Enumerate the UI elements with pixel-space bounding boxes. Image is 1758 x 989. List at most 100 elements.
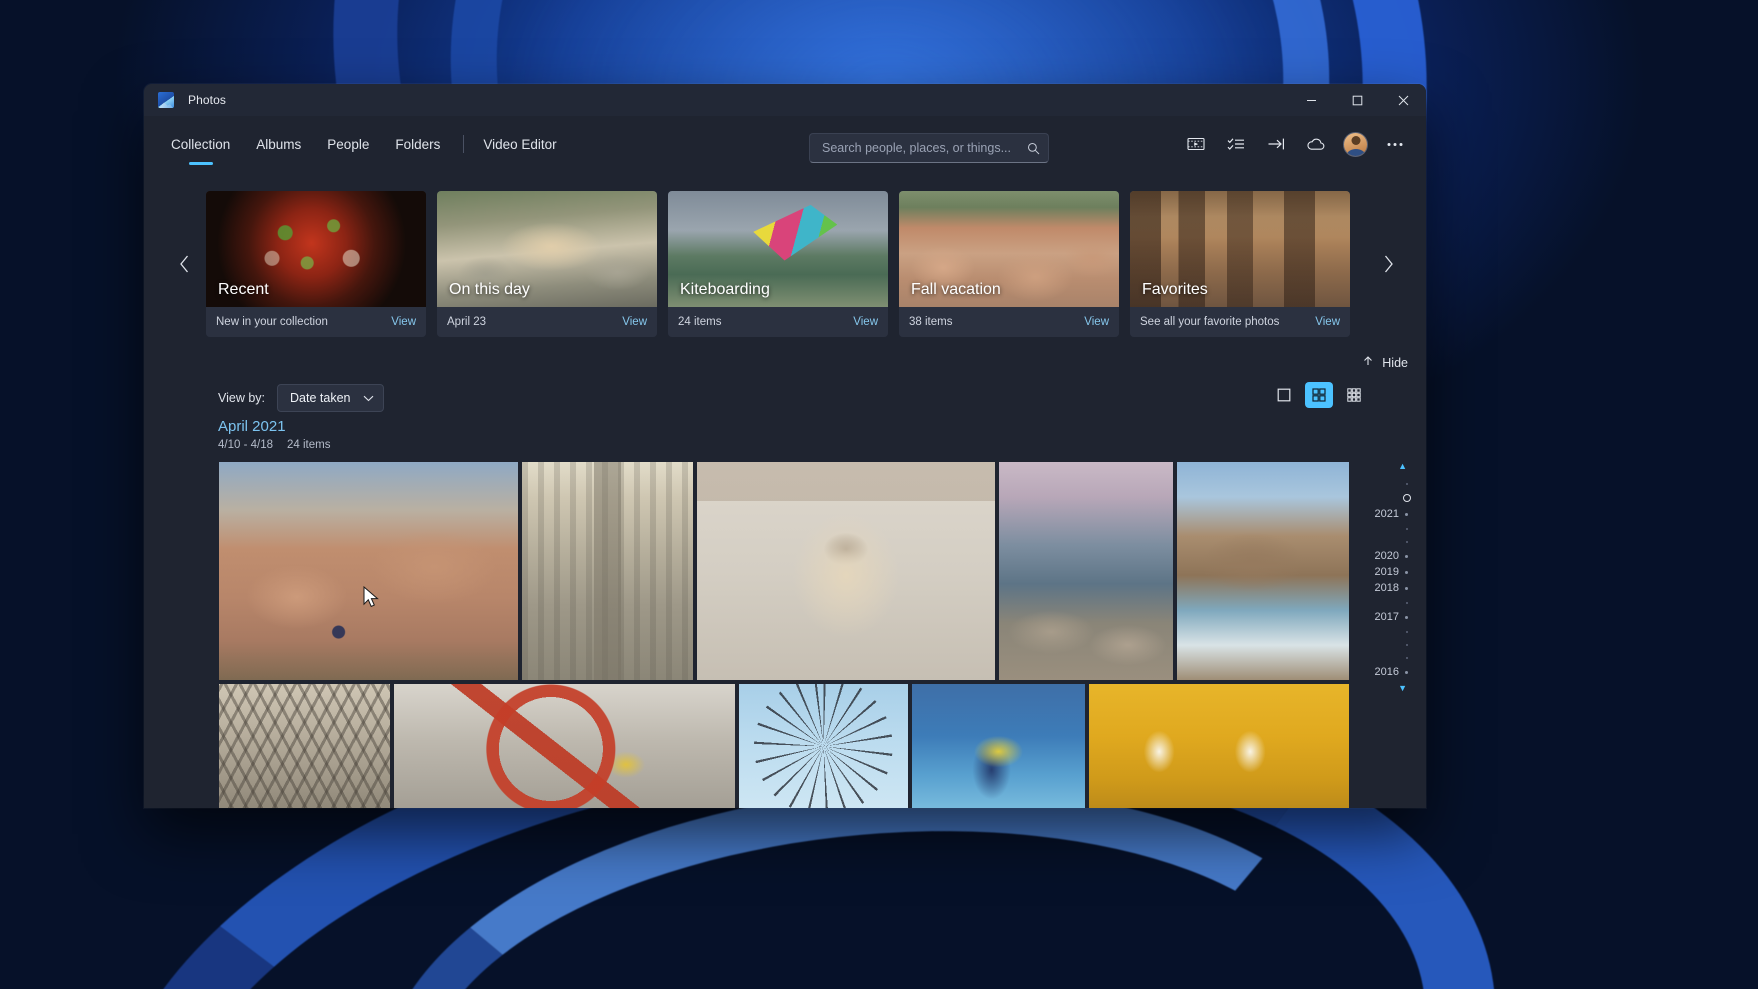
timeline-year-label: 2016 — [1374, 666, 1399, 678]
maximize-icon[interactable] — [1334, 84, 1380, 116]
photo-ocean-cliff[interactable] — [1176, 462, 1349, 680]
card-caption-kiteboarding: 24 items — [678, 316, 722, 328]
avatar[interactable] — [1343, 131, 1368, 157]
timeline-dot — [1406, 656, 1408, 659]
tab-collection-label: Collection — [171, 136, 231, 152]
timeline-year-label: 2019 — [1374, 566, 1399, 578]
minimize-icon[interactable] — [1288, 84, 1334, 116]
tab-people-label: People — [327, 136, 370, 152]
timeline-current-dot — [1403, 494, 1411, 502]
card-image-on-this-day: On this day — [437, 191, 657, 307]
timeline-dot — [1406, 540, 1408, 543]
card-image-recent: Recent — [206, 191, 426, 307]
card-title-kiteboarding: Kiteboarding — [680, 281, 770, 298]
timeline-dot — [1406, 482, 1408, 485]
import-icon[interactable] — [1257, 127, 1295, 161]
photo-swimmer-aerial[interactable] — [911, 684, 1086, 808]
mouse-cursor — [363, 586, 379, 608]
more-options-icon[interactable] — [1376, 127, 1414, 161]
photo-joshua-tree-hiker[interactable] — [219, 462, 518, 680]
timeline-year-label: 2018 — [1374, 582, 1399, 594]
carousel-card-fall-vacation[interactable]: Fall vacation 38 items View — [899, 191, 1119, 337]
search-input[interactable]: Search people, places, or things... — [822, 141, 1027, 155]
timeline-year-2018[interactable]: 2018 — [1370, 580, 1412, 596]
chevron-right-icon[interactable] — [1370, 184, 1406, 344]
tab-video-editor[interactable]: Video Editor — [470, 116, 569, 172]
highlights-carousel: Recent New in your collection View On th… — [144, 184, 1426, 344]
carousel-card-on-this-day[interactable]: On this day April 23 View — [437, 191, 657, 337]
carousel-card-recent[interactable]: Recent New in your collection View — [206, 191, 426, 337]
search-icon[interactable] — [1027, 142, 1040, 155]
photo-coastal-rocks[interactable] — [999, 462, 1173, 680]
timeline-current-marker[interactable] — [1370, 490, 1412, 506]
timeline-tick[interactable] — [1370, 522, 1412, 535]
timeline-year-2017[interactable]: 2017 — [1370, 609, 1412, 625]
timeline-dot — [1406, 601, 1408, 604]
timeline-dot — [1406, 643, 1408, 646]
desktop-wallpaper: Photos Collection Albums People Folders … — [0, 0, 1758, 989]
medium-grid-view-button[interactable] — [1305, 382, 1333, 408]
photo-grid — [219, 462, 1349, 808]
timeline-tick[interactable] — [1370, 596, 1412, 609]
timeline-scrubber[interactable]: ▲ 2021 2020 2019 2018 2017 2016 ▼ — [1370, 462, 1412, 808]
chevron-left-icon[interactable] — [166, 184, 202, 344]
timeline-year-label: 2017 — [1374, 611, 1399, 623]
timeline-dot — [1405, 554, 1408, 558]
card-view-link-on-this-day[interactable]: View — [622, 316, 647, 328]
card-view-link-recent[interactable]: View — [391, 316, 416, 328]
title-bar[interactable]: Photos — [144, 84, 1426, 116]
timeline-tick[interactable] — [1370, 651, 1412, 664]
card-image-kiteboarding: Kiteboarding — [668, 191, 888, 307]
cloud-icon[interactable] — [1297, 127, 1335, 161]
timeline-dot — [1406, 630, 1408, 633]
carousel-card-kiteboarding[interactable]: Kiteboarding 24 items View — [668, 191, 888, 337]
photo-eiffel-tower-detail[interactable] — [219, 684, 391, 808]
card-caption-favorites: See all your favorite photos — [1140, 316, 1280, 328]
view-by-dropdown[interactable]: Date taken — [277, 384, 385, 412]
tab-albums[interactable]: Albums — [243, 116, 314, 172]
photo-dog-on-chair[interactable] — [697, 462, 996, 680]
card-view-link-kiteboarding[interactable]: View — [853, 316, 878, 328]
small-grid-view-button[interactable] — [1340, 382, 1368, 408]
timeline-year-2021[interactable]: 2021 — [1370, 506, 1412, 522]
tab-video-editor-label: Video Editor — [483, 136, 557, 152]
photo-paris-rooftops[interactable] — [521, 462, 694, 680]
search-box[interactable]: Search people, places, or things... — [809, 133, 1049, 163]
timeline-tick[interactable] — [1370, 535, 1412, 548]
card-footer-favorites: See all your favorite photos View — [1130, 307, 1350, 337]
carousel-card-favorites[interactable]: Favorites See all your favorite photos V… — [1130, 191, 1350, 337]
close-icon[interactable] — [1380, 84, 1426, 116]
card-view-link-fall-vacation[interactable]: View — [1084, 316, 1109, 328]
photo-row — [219, 684, 1349, 808]
tab-collection[interactable]: Collection — [158, 116, 243, 172]
scrubber-down-arrow[interactable]: ▼ — [1398, 684, 1407, 693]
hide-carousel-button[interactable]: Hide — [1362, 354, 1408, 372]
chevron-down-icon — [363, 389, 374, 407]
photo-red-crane-worker[interactable] — [394, 684, 735, 808]
timeline-year-2016[interactable]: 2016 — [1370, 664, 1412, 680]
timeline-year-2019[interactable]: 2019 — [1370, 564, 1412, 580]
timeline-tick[interactable] — [1370, 625, 1412, 638]
tab-people[interactable]: People — [314, 116, 382, 172]
card-view-link-favorites[interactable]: View — [1315, 316, 1340, 328]
timeline-dot — [1406, 527, 1408, 530]
timeline-year-label: 2020 — [1374, 550, 1399, 562]
scrubber-up-arrow[interactable]: ▲ — [1398, 462, 1407, 471]
photos-app-window: Photos Collection Albums People Folders … — [144, 84, 1426, 808]
card-title-on-this-day: On this day — [449, 281, 530, 298]
card-title-recent: Recent — [218, 281, 269, 298]
group-title[interactable]: April 2021 — [218, 418, 330, 435]
photo-spiky-sculpture[interactable] — [738, 684, 908, 808]
timeline-tick[interactable] — [1370, 477, 1412, 490]
timeline-tick[interactable] — [1370, 638, 1412, 651]
tab-folders[interactable]: Folders — [382, 116, 453, 172]
video-project-icon[interactable] — [1177, 127, 1215, 161]
select-checklist-icon[interactable] — [1217, 127, 1255, 161]
window-controls — [1288, 84, 1426, 116]
timeline-year-2020[interactable]: 2020 — [1370, 548, 1412, 564]
carousel-cards: Recent New in your collection View On th… — [206, 191, 1350, 337]
large-tile-view-button[interactable] — [1270, 382, 1298, 408]
card-image-fall-vacation: Fall vacation — [899, 191, 1119, 307]
photo-yellow-palace[interactable] — [1089, 684, 1349, 808]
card-footer-kiteboarding: 24 items View — [668, 307, 888, 337]
